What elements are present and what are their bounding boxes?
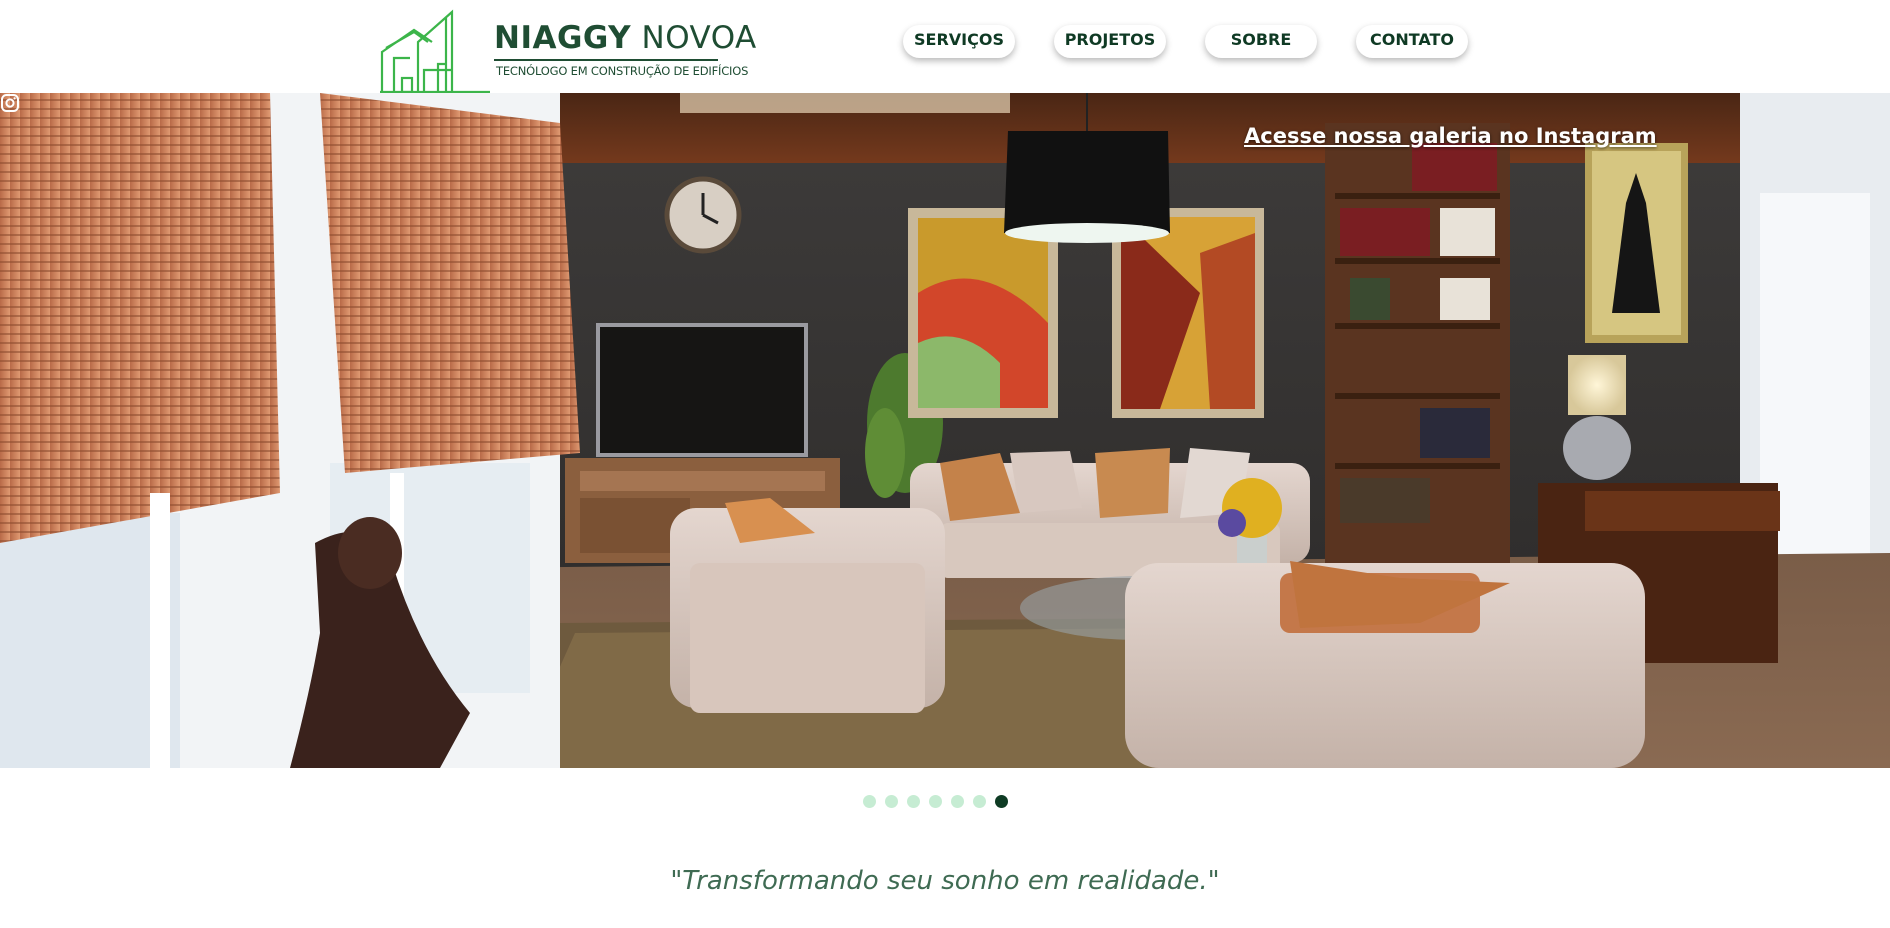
hero-slider: Acesse nossa galeria no Instagram xyxy=(0,93,1890,768)
buildings-outline-icon xyxy=(380,9,490,94)
hero-tagline: "Transformando seu sonho em realidade." xyxy=(670,866,1220,896)
nav-contato[interactable]: CONTATO xyxy=(1356,25,1468,58)
slide-dot-7-active[interactable] xyxy=(995,795,1008,808)
nav-sobre[interactable]: SOBRE xyxy=(1205,25,1317,58)
brand-tagline: TECNÓLOGO EM CONSTRUÇÃO DE EDIFÍCIOS xyxy=(496,64,749,78)
hero-image xyxy=(0,93,1890,768)
nav-servicos[interactable]: SERVIÇOS xyxy=(903,25,1015,58)
site-header: NIAGGY NOVOA TECNÓLOGO EM CONSTRUÇÃO DE … xyxy=(0,0,1890,94)
slide-dot-5[interactable] xyxy=(951,795,964,808)
slide-dot-6[interactable] xyxy=(973,795,986,808)
site-logo[interactable]: NIAGGY NOVOA TECNÓLOGO EM CONSTRUÇÃO DE … xyxy=(380,8,756,94)
slide-dot-3[interactable] xyxy=(907,795,920,808)
brand-name-light: NOVOA xyxy=(641,20,757,56)
brand-name-bold: NIAGGY xyxy=(494,20,632,56)
slide-dot-4[interactable] xyxy=(929,795,942,808)
slide-dot-2[interactable] xyxy=(885,795,898,808)
slide-dot-1[interactable] xyxy=(863,795,876,808)
instagram-gallery-link[interactable]: Acesse nossa galeria no Instagram xyxy=(1244,124,1657,148)
nav-projetos[interactable]: PROJETOS xyxy=(1054,25,1166,58)
instagram-icon[interactable] xyxy=(0,93,20,113)
brand-divider xyxy=(494,59,718,61)
brand-name: NIAGGY NOVOA xyxy=(494,20,757,56)
